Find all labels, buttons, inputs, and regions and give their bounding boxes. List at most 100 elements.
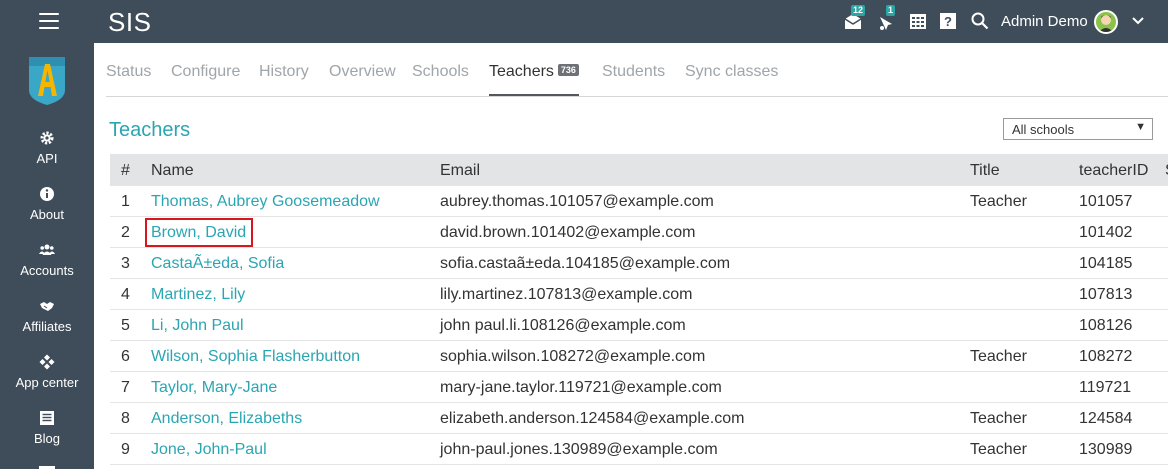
sidebar-item-api[interactable]: API bbox=[0, 130, 94, 186]
tab-configure[interactable]: Configure bbox=[171, 63, 240, 103]
sidebar-item-label: App center bbox=[15, 375, 79, 390]
header-title[interactable]: Title bbox=[970, 162, 1000, 180]
table-row: 9 Jone, John-Paul john-paul.jones.130989… bbox=[110, 434, 1168, 465]
messages-count-badge: 12 bbox=[851, 5, 866, 16]
sidebar-item-label: Affiliates bbox=[22, 319, 72, 334]
teacher-email: john paul.li.108126@example.com bbox=[440, 317, 686, 334]
teacher-id: 124584 bbox=[1079, 410, 1133, 427]
sidebar-item-label: Accounts bbox=[20, 263, 74, 278]
teacher-name-link[interactable]: Jone, John-Paul bbox=[151, 441, 267, 459]
help-icon[interactable]: ? bbox=[940, 12, 960, 32]
page-title: Teachers bbox=[109, 119, 191, 141]
users-icon bbox=[39, 242, 55, 258]
tab-schools[interactable]: Schools bbox=[412, 63, 469, 103]
table-row: 4 Martinez, Lily lily.martinez.107813@ex… bbox=[110, 279, 1168, 310]
top-bar: SIS 12 1 ? Admin Demo bbox=[0, 0, 1168, 43]
teacher-email: lily.martinez.107813@example.com bbox=[440, 286, 693, 303]
teacher-title: Teacher bbox=[970, 193, 1027, 210]
gear-icon bbox=[39, 130, 55, 146]
teacher-id: 108126 bbox=[1079, 317, 1133, 334]
calendar-icon[interactable] bbox=[909, 12, 929, 32]
teacher-id: 130989 bbox=[1079, 441, 1133, 458]
table-header: # Name Email Title teacherID S bbox=[110, 154, 1168, 186]
user-name[interactable]: Admin Demo bbox=[1001, 13, 1088, 30]
search-icon[interactable] bbox=[971, 12, 991, 32]
sidebar-item-accounts[interactable]: Accounts bbox=[0, 242, 94, 298]
header-email[interactable]: Email bbox=[440, 162, 480, 180]
table-row: 2 Brown, David david.brown.101402@exampl… bbox=[110, 217, 1168, 248]
sidebar-item-about[interactable]: About bbox=[0, 186, 94, 242]
teacher-id: 108272 bbox=[1079, 348, 1133, 365]
handshake-icon bbox=[39, 298, 55, 314]
teacher-id: 101057 bbox=[1079, 193, 1133, 210]
teacher-email: john-paul.jones.130989@example.com bbox=[440, 441, 718, 458]
header-name[interactable]: Name bbox=[151, 162, 194, 180]
tab-divider bbox=[106, 96, 1168, 97]
school-filter-value: All schools bbox=[1012, 122, 1075, 137]
teacher-name-link[interactable]: Brown, David bbox=[151, 224, 246, 242]
table-row: 3 CastaÃ±eda, Sofia sofia.castaã±eda.104… bbox=[110, 248, 1168, 279]
teacher-email: elizabeth.anderson.124584@example.com bbox=[440, 410, 745, 427]
teacher-id: 104185 bbox=[1079, 255, 1133, 272]
chevron-down-icon[interactable] bbox=[1131, 14, 1145, 28]
teacher-email: mary-jane.taylor.119721@example.com bbox=[440, 379, 722, 396]
teacher-email: aubrey.thomas.101057@example.com bbox=[440, 193, 714, 210]
teacher-id: 101402 bbox=[1079, 224, 1133, 241]
messages-icon[interactable]: 12 bbox=[843, 5, 866, 32]
teachers-count-badge: 736 bbox=[557, 64, 579, 76]
teacher-name-link[interactable]: Anderson, Elizabeths bbox=[151, 410, 302, 428]
teacher-name-link[interactable]: Thomas, Aubrey Goosemeadow bbox=[151, 193, 380, 211]
table-row: 1 Thomas, Aubrey Goosemeadow aubrey.thom… bbox=[110, 186, 1168, 217]
svg-text:?: ? bbox=[944, 14, 952, 29]
dropdown-arrow-icon: ▼ bbox=[1135, 121, 1146, 133]
tab-students[interactable]: Students bbox=[602, 63, 665, 103]
row-number: 5 bbox=[121, 317, 130, 334]
row-number: 2 bbox=[121, 224, 130, 241]
row-number: 9 bbox=[121, 441, 130, 458]
teacher-title: Teacher bbox=[970, 441, 1027, 458]
sidebar-item-label: API bbox=[36, 151, 58, 166]
tab-teachers[interactable]: Teachers 736 bbox=[489, 63, 579, 97]
apps-icon bbox=[39, 354, 55, 370]
teacher-email: sofia.castaã±eda.104185@example.com bbox=[440, 255, 731, 272]
notifications-count-badge: 1 bbox=[886, 5, 896, 16]
row-number: 4 bbox=[121, 286, 130, 303]
info-icon bbox=[39, 186, 55, 202]
table-row: 5 Li, John Paul john paul.li.108126@exam… bbox=[110, 310, 1168, 341]
teacher-name-link[interactable]: Wilson, Sophia Flasherbutton bbox=[151, 348, 360, 366]
app-logo[interactable] bbox=[27, 56, 67, 106]
header-number: # bbox=[121, 162, 130, 179]
hamburger-icon[interactable] bbox=[39, 13, 59, 29]
notifications-icon[interactable]: 1 bbox=[877, 5, 897, 32]
teacher-id: 119721 bbox=[1079, 379, 1132, 396]
sidebar-item-app-center[interactable]: App center bbox=[0, 354, 94, 410]
teacher-email: david.brown.101402@example.com bbox=[440, 224, 696, 241]
tab-history[interactable]: History bbox=[259, 63, 309, 103]
sidebar-item-affiliates[interactable]: Affiliates bbox=[0, 298, 94, 354]
tab-teachers-label: Teachers bbox=[489, 63, 554, 80]
tab-sync-classes[interactable]: Sync classes bbox=[685, 63, 778, 103]
school-filter-select[interactable]: All schools ▼ bbox=[1003, 118, 1153, 140]
teacher-id: 107813 bbox=[1079, 286, 1133, 303]
tab-status[interactable]: Status bbox=[106, 63, 151, 103]
sidebar: API About Accounts Affiliates App center… bbox=[0, 43, 94, 469]
app-title[interactable]: SIS bbox=[108, 7, 151, 38]
header-teacher-id[interactable]: teacherID bbox=[1079, 162, 1148, 180]
table-row: 7 Taylor, Mary-Jane mary-jane.taylor.119… bbox=[110, 372, 1168, 403]
teacher-name-link[interactable]: Martinez, Lily bbox=[151, 286, 245, 304]
avatar[interactable] bbox=[1094, 10, 1118, 34]
row-number: 7 bbox=[121, 379, 130, 396]
row-number: 3 bbox=[121, 255, 130, 272]
sidebar-item-blog[interactable]: Blog bbox=[0, 410, 94, 466]
teacher-name-link[interactable]: Taylor, Mary-Jane bbox=[151, 379, 277, 397]
table-row: 8 Anderson, Elizabeths elizabeth.anderso… bbox=[110, 403, 1168, 434]
table-row: 6 Wilson, Sophia Flasherbutton sophia.wi… bbox=[110, 341, 1168, 372]
tab-overview[interactable]: Overview bbox=[329, 63, 396, 103]
teacher-title: Teacher bbox=[970, 348, 1027, 365]
sidebar-item-label: Blog bbox=[33, 431, 61, 446]
teacher-name-link[interactable]: CastaÃ±eda, Sofia bbox=[151, 255, 284, 273]
teacher-name-link[interactable]: Li, John Paul bbox=[151, 317, 244, 335]
teacher-email: sophia.wilson.108272@example.com bbox=[440, 348, 706, 365]
row-number: 6 bbox=[121, 348, 130, 365]
blog-icon bbox=[39, 410, 55, 426]
